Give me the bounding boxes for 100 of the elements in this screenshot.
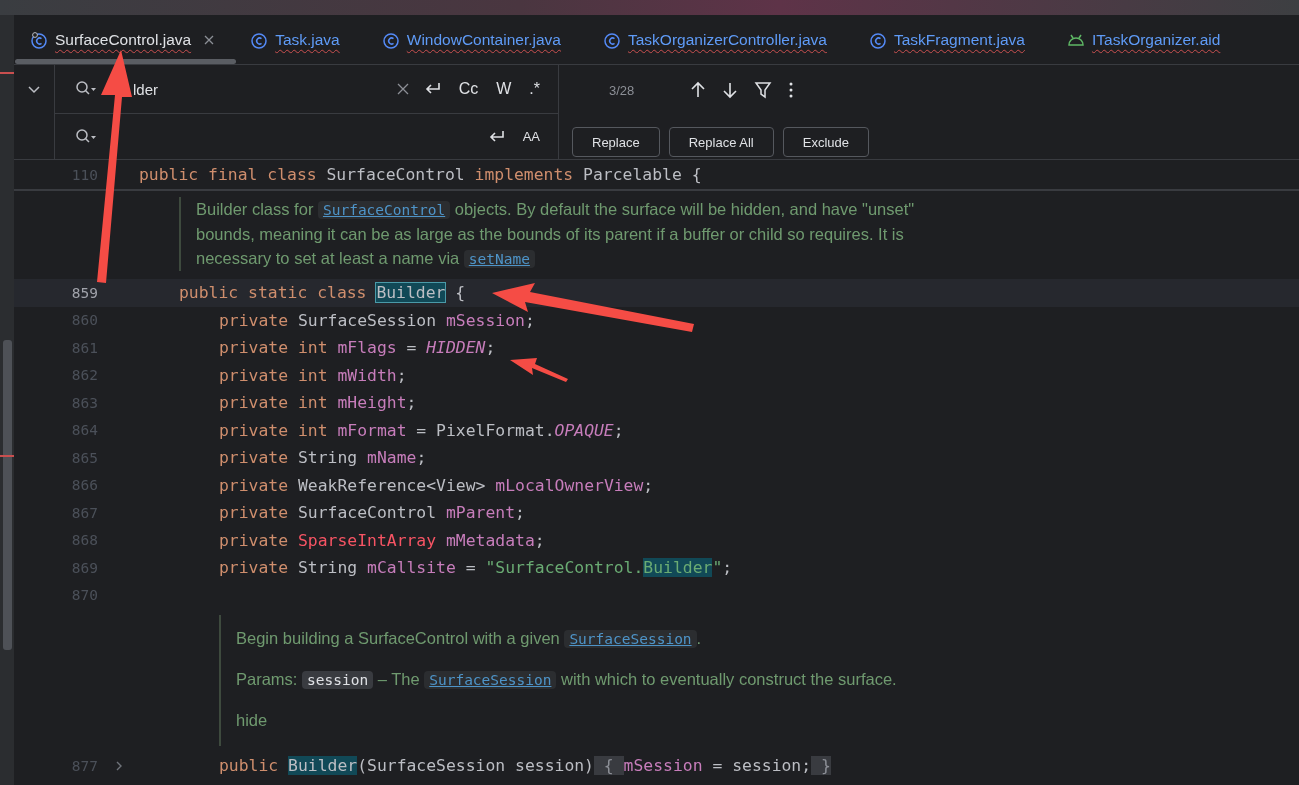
field-name: mSession bbox=[623, 756, 703, 776]
search-query: lder bbox=[133, 80, 158, 98]
folded-block: { bbox=[594, 756, 624, 776]
code-text: WeakReference<View> bbox=[297, 475, 487, 495]
doc-text: Begin building a SurfaceControl with a given SurfaceSession . bbox=[236, 628, 703, 650]
unresolved-type: SparseIntArray bbox=[297, 530, 438, 550]
tab-label: WindowContainer.java bbox=[406, 30, 561, 49]
doc-link[interactable]: SurfaceControl bbox=[317, 201, 451, 219]
search-match: Builder bbox=[376, 283, 446, 303]
annotation-arrow bbox=[510, 358, 568, 382]
keyword: private int bbox=[219, 420, 329, 440]
field-name: mCallsite bbox=[367, 558, 456, 578]
tab-label: Task.java bbox=[275, 30, 340, 49]
code-text: ; bbox=[643, 475, 654, 495]
field-name: mLocalOwnerView bbox=[495, 475, 644, 495]
editor-tab[interactable]: WindowContainer.java bbox=[381, 21, 561, 58]
field-name: mFormat bbox=[337, 420, 407, 440]
keyword: public static class bbox=[179, 283, 368, 303]
line-number: 859 bbox=[70, 284, 98, 301]
find-action-button[interactable]: Replace bbox=[572, 127, 660, 157]
arrow-down-icon[interactable] bbox=[722, 81, 739, 99]
code-text: ; bbox=[396, 365, 407, 385]
code-text: SurfaceSession bbox=[297, 310, 438, 330]
code-text: ; bbox=[416, 448, 427, 468]
field-name: mMetadata bbox=[446, 530, 535, 550]
code-text: = session; bbox=[711, 756, 812, 776]
keyword: private int bbox=[219, 338, 329, 358]
chevron-right-icon[interactable] bbox=[114, 759, 123, 772]
find-action-button[interactable]: Exclude bbox=[782, 127, 869, 157]
folded-block: } bbox=[811, 756, 831, 776]
keyword: private bbox=[219, 310, 290, 330]
class-icon bbox=[381, 30, 400, 49]
code-text: String bbox=[297, 448, 359, 468]
doc-code: session bbox=[302, 671, 374, 689]
code-text: = bbox=[464, 558, 477, 578]
search-option-toggle[interactable]: Cc bbox=[456, 78, 481, 100]
clear-icon[interactable] bbox=[396, 83, 409, 95]
keyword: private bbox=[219, 475, 290, 495]
keyword: private int bbox=[219, 365, 329, 385]
match-count: 3/28 bbox=[609, 82, 635, 98]
tab-scrollbar[interactable] bbox=[15, 59, 236, 64]
replace-field[interactable]: AA bbox=[55, 114, 558, 159]
keyword: implements bbox=[474, 165, 575, 184]
code-text: { bbox=[454, 283, 466, 303]
find-action-button[interactable]: Replace All bbox=[668, 127, 774, 157]
android-icon bbox=[1066, 32, 1085, 47]
tab-label: TaskFragment.java bbox=[894, 30, 1025, 49]
keyword: private bbox=[219, 448, 290, 468]
close-icon[interactable] bbox=[204, 34, 215, 45]
keyword: private int bbox=[219, 393, 329, 413]
tab-label: ITaskOrganizer.aid bbox=[1091, 30, 1221, 49]
constant-name: OPAQUE bbox=[554, 420, 614, 440]
class-icon bbox=[250, 30, 269, 49]
code-text: SurfaceControl bbox=[326, 165, 466, 184]
error-marker bbox=[0, 72, 14, 74]
editor-tab[interactable]: TaskOrganizerController.java bbox=[603, 21, 827, 58]
code-text: ; bbox=[613, 420, 624, 440]
code-text: = PixelFormat. bbox=[415, 420, 555, 440]
doc-text: Params: session – The SurfaceSession with which to eventually construct the surface. bbox=[236, 669, 898, 691]
code-text: ; bbox=[524, 310, 535, 330]
code-text: String bbox=[297, 558, 359, 578]
filter-icon[interactable] bbox=[754, 81, 773, 99]
editor-tab[interactable]: ITaskOrganizer.aid bbox=[1066, 21, 1221, 58]
field-name: mName bbox=[367, 448, 417, 468]
code-text: ; bbox=[515, 503, 525, 523]
field-name: mFlags bbox=[337, 338, 397, 358]
search-option-toggle[interactable]: W bbox=[494, 78, 514, 100]
preserve-case-toggle[interactable]: AA bbox=[520, 127, 542, 146]
chevron-down-icon[interactable] bbox=[27, 85, 41, 95]
arrow-up-icon[interactable] bbox=[690, 81, 707, 99]
keyword: private bbox=[219, 558, 290, 578]
class-icon bbox=[869, 30, 887, 49]
more-icon[interactable] bbox=[788, 81, 795, 99]
field-name: mSession bbox=[446, 310, 525, 330]
field-name: mWidth bbox=[337, 365, 397, 385]
tab-label: TaskOrganizerController.java bbox=[628, 30, 827, 49]
editor-tab[interactable]: Task.java bbox=[250, 21, 340, 58]
class-icon bbox=[603, 30, 621, 49]
doc-link[interactable]: SurfaceSession bbox=[564, 630, 697, 648]
code-text: Parcelable { bbox=[583, 165, 702, 184]
editor-tab[interactable]: SurfaceControl.java bbox=[30, 21, 215, 58]
search-match: Builder bbox=[288, 756, 358, 776]
keyword: public bbox=[219, 756, 280, 776]
doc-link[interactable]: setName bbox=[463, 250, 535, 268]
code-text: ; bbox=[722, 558, 733, 578]
keyword: public final class bbox=[139, 165, 318, 184]
search-option-toggle[interactable]: .* bbox=[527, 78, 542, 100]
scrollbar-thumb[interactable] bbox=[3, 340, 12, 650]
error-marker bbox=[0, 455, 14, 457]
keyword: private bbox=[219, 503, 290, 523]
doc-link[interactable]: SurfaceSession bbox=[424, 671, 557, 689]
doc-text: Builder class for SurfaceControl objects. By default the surface will be hidden, and have "unset" bounds, meaning it can be as large as the bounds of its parent if a buffer or child so requires. It is necessary to set at least a name via setName bbox=[196, 199, 916, 270]
string-literal: "SurfaceControl. bbox=[485, 558, 644, 578]
field-name: mParent bbox=[446, 503, 516, 523]
field-name: mHeight bbox=[337, 393, 407, 413]
code-text: = bbox=[405, 338, 418, 358]
string-literal: " bbox=[712, 558, 723, 578]
editor-tab[interactable]: TaskFragment.java bbox=[869, 21, 1025, 58]
code-text: (SurfaceSession session) bbox=[357, 756, 594, 776]
code-text: SurfaceControl bbox=[297, 503, 438, 523]
